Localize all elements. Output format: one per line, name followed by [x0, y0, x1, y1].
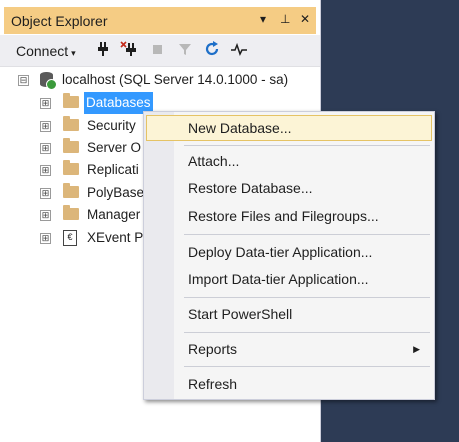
disconnect-plug-icon[interactable] [120, 41, 138, 61]
menu-item-label: Import Data-tier Application... [188, 271, 369, 287]
tree-node-label: Replicati [87, 162, 139, 177]
submenu-arrow-icon: ▶ [413, 344, 420, 354]
menu-item-label: Restore Database... [188, 180, 313, 196]
menu-item-label: Attach... [188, 153, 240, 169]
menu-separator [184, 145, 430, 146]
tree-node-label: XEvent P [87, 230, 144, 245]
expand-icon[interactable]: ⊞ [40, 98, 51, 109]
menu-separator [184, 332, 430, 333]
expand-icon[interactable]: ⊞ [40, 210, 51, 221]
refresh-icon[interactable] [204, 41, 220, 61]
menu-item-label: Restore Files and Filegroups... [188, 208, 379, 224]
close-icon[interactable]: ✕ [300, 12, 310, 26]
folder-icon [63, 116, 79, 131]
expand-icon[interactable]: ⊞ [40, 165, 51, 176]
object-explorer-toolbar: Connect ▾ [0, 35, 320, 67]
pin-icon[interactable]: ⊥ [280, 12, 290, 26]
folder-icon [63, 160, 79, 175]
tree-node-label: Security [87, 118, 136, 133]
connect-plug-icon[interactable] [96, 41, 110, 61]
menu-item-deploy-data-tier[interactable]: Deploy Data-tier Application... [146, 239, 432, 265]
collapse-icon[interactable]: ⊟ [18, 75, 29, 86]
stop-icon[interactable] [152, 41, 164, 61]
panel-title: Object Explorer [11, 13, 108, 29]
connect-button[interactable]: Connect ▾ [16, 43, 76, 59]
window-position-dropdown-icon[interactable]: ▾ [260, 12, 266, 26]
menu-item-label: Refresh [188, 376, 238, 392]
menu-item-attach[interactable]: Attach... [146, 148, 432, 174]
menu-item-new-database[interactable]: New Database... [146, 115, 432, 141]
folder-icon [63, 183, 79, 198]
tree-node-label: Server O [87, 140, 142, 155]
xevent-icon: € [63, 230, 77, 246]
menu-separator [184, 297, 430, 298]
menu-item-label: Deploy Data-tier Application... [188, 244, 373, 260]
tree-node-label: PolyBase [87, 185, 145, 200]
expand-icon[interactable]: ⊞ [40, 143, 51, 154]
object-explorer-titlebar: Object Explorer ▾ ⊥ ✕ [4, 7, 316, 34]
menu-separator [184, 366, 430, 367]
expand-icon[interactable]: ⊞ [40, 233, 51, 244]
menu-item-start-powershell[interactable]: Start PowerShell [146, 301, 432, 327]
folder-icon [63, 205, 79, 220]
server-label: localhost (SQL Server 14.0.1000 - sa) [62, 72, 289, 87]
chevron-down-icon: ▾ [71, 48, 76, 58]
menu-item-label: New Database... [188, 120, 292, 136]
server-icon [40, 72, 57, 90]
filter-icon[interactable] [178, 41, 192, 61]
folder-icon [63, 93, 79, 108]
menu-item-refresh[interactable]: Refresh [146, 371, 432, 397]
expand-icon[interactable]: ⊞ [40, 121, 51, 132]
tree-node-label: Manager [87, 207, 141, 222]
menu-item-reports[interactable]: Reports ▶ [146, 336, 432, 362]
menu-item-label: Reports [188, 341, 238, 357]
menu-item-import-data-tier[interactable]: Import Data-tier Application... [146, 266, 432, 292]
menu-item-restore-database[interactable]: Restore Database... [146, 175, 432, 201]
menu-item-label: Start PowerShell [188, 306, 293, 322]
menu-item-restore-files-filegroups[interactable]: Restore Files and Filegroups... [146, 203, 432, 229]
expand-icon[interactable]: ⊞ [40, 188, 51, 199]
tree-node-server[interactable]: ⊟ localhost (SQL Server 14.0.1000 - sa) [0, 69, 320, 91]
databases-context-menu: New Database... Attach... Restore Databa… [143, 111, 435, 400]
menu-separator [184, 234, 430, 235]
connect-label: Connect [16, 43, 69, 59]
activity-monitor-icon[interactable] [230, 41, 248, 61]
folder-icon [63, 138, 79, 153]
